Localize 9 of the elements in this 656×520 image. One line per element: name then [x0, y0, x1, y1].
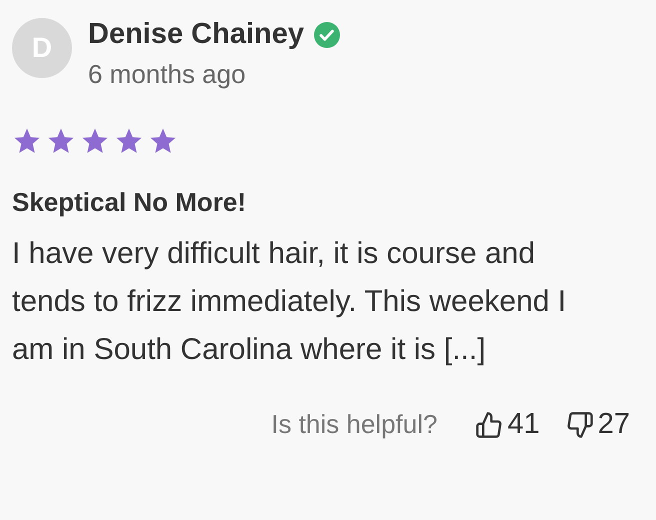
review-text: I have very difficult hair, it is course and tends to frizz immediately. This weekend I am in South Carolina where it is [...] [12, 236, 568, 368]
helpful-prompt: Is this helpful? [271, 409, 438, 440]
author-name: Denise Chainey [88, 18, 304, 51]
review-date: 6 months ago [88, 59, 247, 90]
thumbs-down-icon[interactable] [566, 410, 594, 438]
downvote-count: 27 [598, 408, 630, 441]
thumbs-up-icon[interactable] [475, 410, 504, 438]
upvote-count: 41 [507, 408, 540, 441]
review-title: Skeptical No More! [12, 187, 248, 218]
